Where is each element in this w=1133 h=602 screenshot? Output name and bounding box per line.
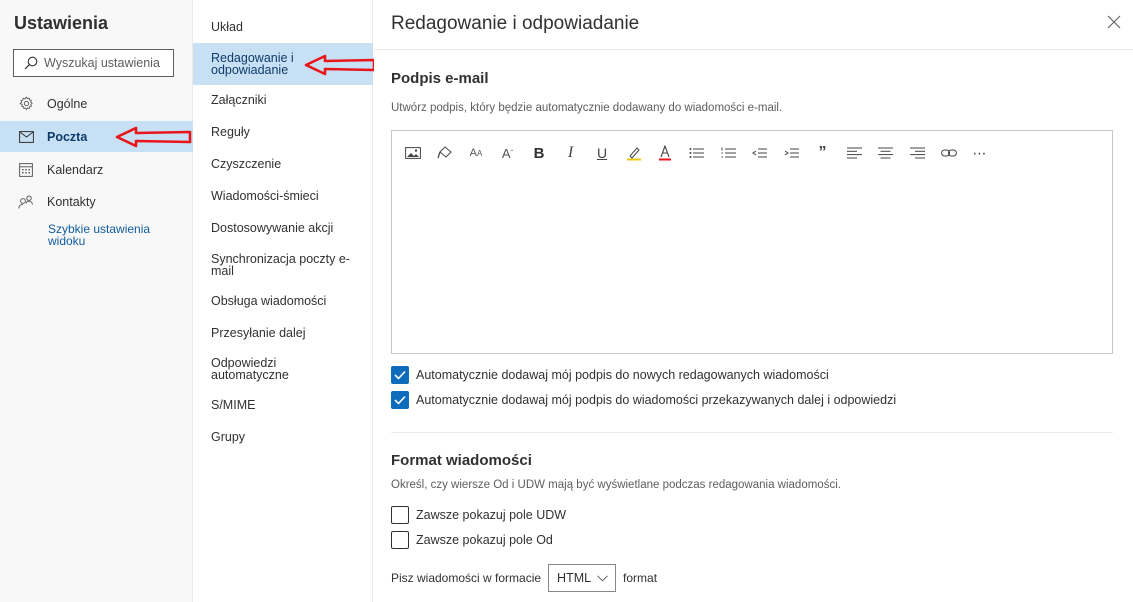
menu-item-automatic-replies[interactable]: Odpowiedzi automatyczne bbox=[193, 357, 373, 382]
link-icon[interactable] bbox=[938, 143, 960, 163]
bullets-icon[interactable] bbox=[686, 143, 708, 163]
sidebar-item-label: Ogólne bbox=[47, 96, 88, 111]
auto-signature-reply-row[interactable]: Automatycznie dodawaj mój podpis do wiad… bbox=[391, 391, 896, 409]
numbering-icon[interactable] bbox=[717, 143, 739, 163]
calendar-icon bbox=[18, 162, 34, 178]
menu-item-attachments[interactable]: Załączniki bbox=[193, 94, 373, 107]
menu-item-forwarding[interactable]: Przesyłanie dalej bbox=[193, 327, 373, 340]
settings-title: Ustawienia bbox=[14, 13, 109, 33]
sidebar-item-label: Kontakty bbox=[47, 194, 96, 209]
menu-item-sweep[interactable]: Czyszczenie bbox=[193, 158, 373, 171]
sidebar-item-general[interactable]: Ogólne bbox=[0, 88, 193, 119]
more-icon[interactable]: ⋯ bbox=[969, 143, 991, 163]
signature-editor[interactable]: AA Aˆ B I U ” ⋯ bbox=[391, 130, 1113, 354]
signature-heading: Podpis e-mail bbox=[391, 70, 489, 87]
menu-item-customize-actions[interactable]: Dostosowywanie akcji bbox=[193, 222, 373, 235]
checkbox-show-from[interactable] bbox=[391, 531, 409, 549]
people-icon bbox=[18, 194, 34, 210]
sidebar-item-contacts[interactable]: Kontakty bbox=[0, 186, 193, 217]
checkbox-label: Automatycznie dodawaj mój podpis do wiad… bbox=[416, 393, 897, 407]
format-painter-icon[interactable] bbox=[434, 143, 456, 163]
checkbox-show-bcc[interactable] bbox=[391, 506, 409, 524]
menu-item-layout[interactable]: Układ bbox=[193, 21, 373, 34]
italic-icon[interactable]: I bbox=[560, 143, 582, 163]
compose-format-value: HTML bbox=[557, 571, 592, 585]
settings-sidebar: Ustawienia Ogólne Poczta Kalendarz Konta… bbox=[0, 0, 193, 602]
bold-icon[interactable]: B bbox=[528, 143, 550, 163]
quick-settings-link[interactable]: Szybkie ustawienia widoku bbox=[48, 223, 178, 247]
message-format-heading: Format wiadomości bbox=[391, 452, 532, 469]
checkbox-label: Zawsze pokazuj pole Od bbox=[416, 533, 553, 547]
signature-description: Utwórz podpis, który będzie automatyczni… bbox=[391, 102, 783, 114]
checkbox-label: Zawsze pokazuj pole UDW bbox=[416, 508, 567, 522]
annotation-arrow-icon bbox=[304, 54, 376, 76]
menu-item-junk[interactable]: Wiadomości-śmieci bbox=[193, 190, 373, 203]
align-left-icon[interactable] bbox=[843, 143, 865, 163]
increase-indent-icon[interactable] bbox=[780, 143, 802, 163]
font-size-icon[interactable]: AA bbox=[465, 143, 487, 163]
search-icon bbox=[24, 56, 38, 70]
annotation-arrow-icon bbox=[115, 126, 192, 148]
compose-format-suffix: format bbox=[623, 571, 658, 585]
checkbox-auto-signature-reply[interactable] bbox=[391, 391, 409, 409]
sidebar-item-calendar[interactable]: Kalendarz bbox=[0, 154, 193, 185]
message-format-description: Określ, czy wiersze Od i UDW mają być wy… bbox=[391, 479, 841, 491]
align-right-icon[interactable] bbox=[906, 143, 928, 163]
font-color-icon[interactable] bbox=[654, 143, 676, 163]
section-divider bbox=[391, 432, 1113, 433]
menu-item-groups[interactable]: Grupy bbox=[193, 431, 373, 444]
gear-icon bbox=[18, 96, 34, 112]
image-icon[interactable] bbox=[402, 143, 424, 163]
mail-icon bbox=[18, 129, 34, 145]
show-from-row[interactable]: Zawsze pokazuj pole Od bbox=[391, 531, 553, 549]
show-bcc-row[interactable]: Zawsze pokazuj pole UDW bbox=[391, 506, 566, 524]
sidebar-item-label: Kalendarz bbox=[47, 162, 104, 177]
compose-format-prefix: Pisz wiadomości w formacie bbox=[391, 571, 542, 585]
menu-item-smime[interactable]: S/MIME bbox=[193, 399, 373, 412]
align-center-icon[interactable] bbox=[875, 143, 897, 163]
quote-icon[interactable]: ” bbox=[812, 143, 834, 163]
compose-format-select[interactable]: HTML bbox=[548, 564, 617, 592]
search-input[interactable] bbox=[44, 56, 164, 70]
header-divider bbox=[374, 49, 1133, 50]
compose-format-row: Pisz wiadomości w formacie HTML format bbox=[391, 564, 657, 592]
menu-item-sync-email[interactable]: Synchronizacja poczty e-mail bbox=[193, 253, 373, 278]
settings-search-box[interactable] bbox=[13, 49, 174, 77]
checkbox-label: Automatycznie dodawaj mój podpis do nowy… bbox=[416, 368, 829, 382]
chevron-down-icon bbox=[597, 575, 608, 582]
auto-signature-new-row[interactable]: Automatycznie dodawaj mój podpis do nowy… bbox=[391, 366, 829, 384]
close-icon[interactable] bbox=[1107, 15, 1121, 29]
mail-settings-menu: Układ Redagowanie i odpowiadanie Załączn… bbox=[193, 0, 373, 602]
menu-item-message-handling[interactable]: Obsługa wiadomości bbox=[193, 295, 373, 308]
decrease-indent-icon[interactable] bbox=[749, 143, 771, 163]
page-title: Redagowanie i odpowiadanie bbox=[391, 13, 640, 34]
signature-text-area[interactable] bbox=[393, 171, 1111, 352]
underline-icon[interactable]: U bbox=[591, 143, 613, 163]
sidebar-item-label: Poczta bbox=[47, 129, 88, 144]
settings-content: Redagowanie i odpowiadanie Podpis e-mail… bbox=[374, 0, 1133, 602]
superscript-icon[interactable]: Aˆ bbox=[497, 143, 519, 163]
menu-item-rules[interactable]: Reguły bbox=[193, 126, 373, 139]
formatting-toolbar: AA Aˆ B I U ” ⋯ bbox=[402, 143, 1001, 163]
highlight-icon[interactable] bbox=[623, 143, 645, 163]
checkbox-auto-signature-new[interactable] bbox=[391, 366, 409, 384]
